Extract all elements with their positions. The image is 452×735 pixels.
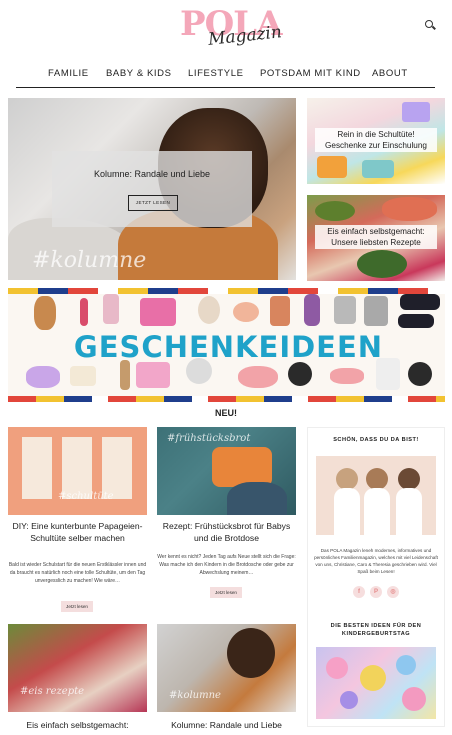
post-image-eis[interactable]: #eis rezepte <box>8 624 147 712</box>
nav-item-lifestyle[interactable]: LIFESTYLE <box>188 68 244 79</box>
nav-item-potsdam-mit-kind[interactable]: POTSDAM MIT KIND <box>260 68 361 79</box>
sidebar: SCHÖN, DASS DU DA BIST! Das POLA Magazin… <box>307 427 445 727</box>
hero-hashtag: #kolumne <box>32 248 147 273</box>
sidebar-about-text: Das POLA Magazin leneh modernes, informa… <box>314 548 438 574</box>
read-more-button[interactable]: Jetzt lesen <box>61 601 93 612</box>
post-hashtag: #eis rezepte <box>20 686 85 697</box>
nav-item-baby-kids[interactable]: BABY & KIDS <box>106 68 172 79</box>
team-photo <box>316 456 436 535</box>
nav-item-familie[interactable]: FAMILIE <box>48 68 89 79</box>
post-title[interactable]: Rezept: Frühstücksbrot für Babys und die… <box>157 521 296 544</box>
post-title[interactable]: DIY: Eine kunterbunte Papageien-Schultüt… <box>8 521 147 544</box>
sidebar-ideas-heading: DIE BESTEN IDEEN FÜR DEN KINDERGEBURTSTA… <box>330 623 422 637</box>
nav-item-about[interactable]: ABOUT <box>372 68 408 79</box>
kindergeburtstag-image[interactable] <box>316 647 436 719</box>
post-image-fruehstuecksbrot[interactable]: #frühstücksbrot <box>157 427 296 515</box>
post-image-kolumne[interactable]: #kolumne <box>157 624 296 712</box>
hero-caption-card: Kolumne: Randale und Liebe JETZT LESEN <box>52 151 252 227</box>
post-excerpt: Bald ist wieder Schulstart für die neuen… <box>8 562 147 585</box>
side-tile-eis[interactable]: Eis einfach selbstgemacht: Unsere liebst… <box>307 195 445 281</box>
hero-featured-post[interactable]: #kolumne Kolumne: Randale und Liebe JETZ… <box>8 98 296 280</box>
post-hashtag: #frühstücksbrot <box>167 433 251 444</box>
post-title[interactable]: Kolumne: Randale und Liebe <box>157 720 296 732</box>
gift-ideas-banner[interactable]: GESCHENKEIDEEN <box>8 288 445 402</box>
post-hashtag: #schultüte <box>58 491 114 502</box>
main-navigation: FAMILIE BABY & KIDS LIFESTYLE POTSDAM MI… <box>16 62 435 88</box>
side-tile-title: Eis einfach selbstgemacht: Unsere liebst… <box>315 225 437 249</box>
pinterest-icon[interactable]: P <box>370 586 382 598</box>
hero-title[interactable]: Kolumne: Randale und Liebe <box>52 169 252 179</box>
section-label-new: NEU! <box>215 408 237 418</box>
side-tile-schultuete[interactable]: Rein in die Schultüte! Geschenke zur Ein… <box>307 98 445 184</box>
facebook-icon[interactable]: f <box>353 586 365 598</box>
side-tile-title: Rein in die Schultüte! Geschenke zur Ein… <box>315 128 437 152</box>
pola-magazin-logo[interactable]: POLA Magazin <box>180 6 283 52</box>
banner-title: GESCHENKEIDEEN <box>73 330 384 364</box>
read-more-button[interactable]: Jetzt lesen <box>210 587 242 598</box>
post-image-schultuete[interactable]: #schultüte <box>8 427 147 515</box>
search-icon[interactable] <box>425 20 437 32</box>
post-title[interactable]: Eis einfach selbstgemacht: <box>8 720 147 732</box>
post-hashtag: #kolumne <box>169 690 221 701</box>
hero-read-button[interactable]: JETZT LESEN <box>128 195 178 211</box>
instagram-icon[interactable]: ◎ <box>387 586 399 598</box>
sidebar-welcome-heading: SCHÖN, DASS DU DA BIST! <box>333 437 419 443</box>
post-excerpt: Wer kennt es nicht? Jeden Tag aufs Neue … <box>157 554 296 577</box>
